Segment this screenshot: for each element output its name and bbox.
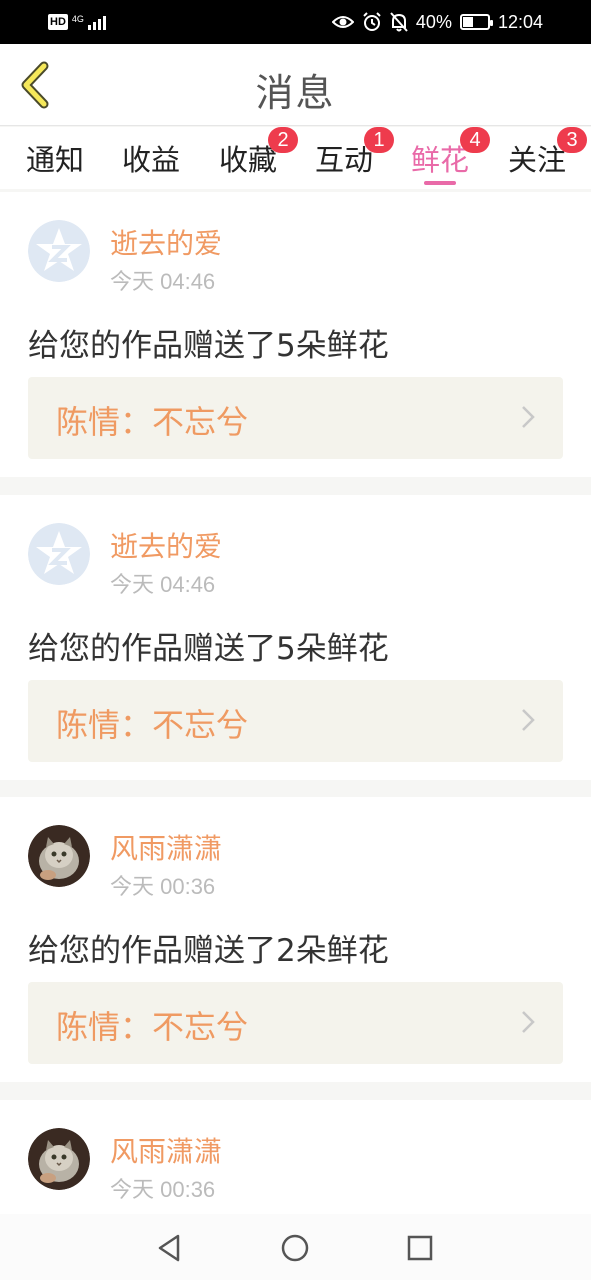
message-time: 今天 04:46 — [110, 269, 216, 294]
cat-photo-avatar-icon — [28, 825, 90, 887]
unread-badge: 2 — [268, 127, 298, 153]
message-time: 今天 00:36 — [110, 874, 216, 899]
tab-favorites[interactable]: 收藏 2 — [208, 127, 298, 187]
battery-icon — [459, 14, 493, 30]
avatar[interactable] — [28, 825, 90, 887]
cat-photo-avatar-icon — [28, 1128, 90, 1190]
hd-icon: HD — [48, 14, 68, 30]
triangle-back-icon — [158, 1234, 180, 1262]
sender-name[interactable]: 风雨潇潇 — [110, 1130, 222, 1170]
message-card: 风雨潇潇 今天 00:36 — [0, 1100, 591, 1220]
network-type: 4G — [71, 13, 84, 24]
chevron-right-icon — [522, 406, 535, 428]
nav-back-button[interactable] — [152, 1230, 188, 1266]
avatar[interactable] — [28, 523, 90, 585]
status-left: HD 4G — [48, 12, 106, 32]
message-card: 风雨潇潇 今天 00:36 给您的作品赠送了2朵鲜花 陈情：不忘兮 — [0, 797, 591, 1082]
tab-label: 通知 — [25, 143, 84, 177]
page-title: 消息 — [255, 71, 336, 115]
work-link[interactable]: 陈情：不忘兮 — [28, 982, 563, 1064]
tab-label: 互动 — [314, 143, 373, 177]
unread-badge: 3 — [557, 127, 587, 153]
nav-recents-button[interactable] — [402, 1230, 438, 1266]
tab-flowers[interactable]: 鲜花 4 — [400, 127, 490, 187]
tab-interaction[interactable]: 互动 1 — [304, 127, 394, 187]
sender-name[interactable]: 风雨潇潇 — [110, 827, 222, 867]
tab-following[interactable]: 关注 3 — [497, 127, 587, 187]
tab-label: 收藏 — [218, 143, 277, 177]
message-time: 今天 00:36 — [110, 1177, 216, 1202]
active-tab-indicator — [424, 181, 456, 185]
tab-bar: 通知 收益 收藏 2 互动 1 鲜花 4 关注 3 — [0, 127, 591, 189]
nav-home-button[interactable] — [277, 1230, 313, 1266]
tab-label: 鲜花 — [410, 143, 469, 177]
chevron-right-icon — [522, 1011, 535, 1033]
qq-default-avatar-icon — [28, 220, 90, 282]
work-link[interactable]: 陈情：不忘兮 — [28, 377, 563, 459]
chevron-right-icon — [522, 709, 535, 731]
message-card: 逝去的爱 今天 04:46 给您的作品赠送了5朵鲜花 陈情：不忘兮 — [0, 192, 591, 477]
message-text: 给您的作品赠送了5朵鲜花 — [28, 631, 389, 667]
mute-bell-icon — [390, 12, 408, 32]
status-bar: HD 4G 40% 12:04 — [0, 0, 591, 44]
tab-notice[interactable]: 通知 — [15, 137, 95, 187]
work-link[interactable]: 陈情：不忘兮 — [28, 680, 563, 762]
tab-label: 关注 — [507, 143, 566, 177]
eye-icon — [331, 16, 354, 28]
message-text: 给您的作品赠送了5朵鲜花 — [28, 328, 389, 364]
sender-name[interactable]: 逝去的爱 — [110, 525, 222, 565]
tab-label: 收益 — [121, 143, 180, 177]
status-right: 40% 12:04 — [331, 10, 543, 34]
alarm-icon — [363, 12, 381, 31]
work-title: 陈情：不忘兮 — [56, 1008, 249, 1046]
tab-earnings[interactable]: 收益 — [111, 137, 191, 187]
unread-badge: 4 — [460, 127, 490, 153]
square-recents-icon — [407, 1235, 433, 1261]
battery-percent: 40% — [415, 11, 452, 32]
circle-home-icon — [281, 1234, 309, 1262]
message-text: 给您的作品赠送了2朵鲜花 — [28, 933, 389, 969]
app-header: 消息 — [0, 44, 591, 126]
avatar[interactable] — [28, 1128, 90, 1190]
work-title: 陈情：不忘兮 — [56, 403, 249, 441]
system-nav-bar — [0, 1214, 591, 1280]
signal-icon — [87, 14, 106, 30]
qq-default-avatar-icon — [28, 523, 90, 585]
clock-time: 12:04 — [497, 11, 543, 32]
sender-name[interactable]: 逝去的爱 — [110, 222, 222, 262]
avatar[interactable] — [28, 220, 90, 282]
message-time: 今天 04:46 — [110, 572, 216, 597]
work-title: 陈情：不忘兮 — [56, 706, 249, 744]
unread-badge: 1 — [364, 127, 394, 153]
message-card: 逝去的爱 今天 04:46 给您的作品赠送了5朵鲜花 陈情：不忘兮 — [0, 495, 591, 780]
